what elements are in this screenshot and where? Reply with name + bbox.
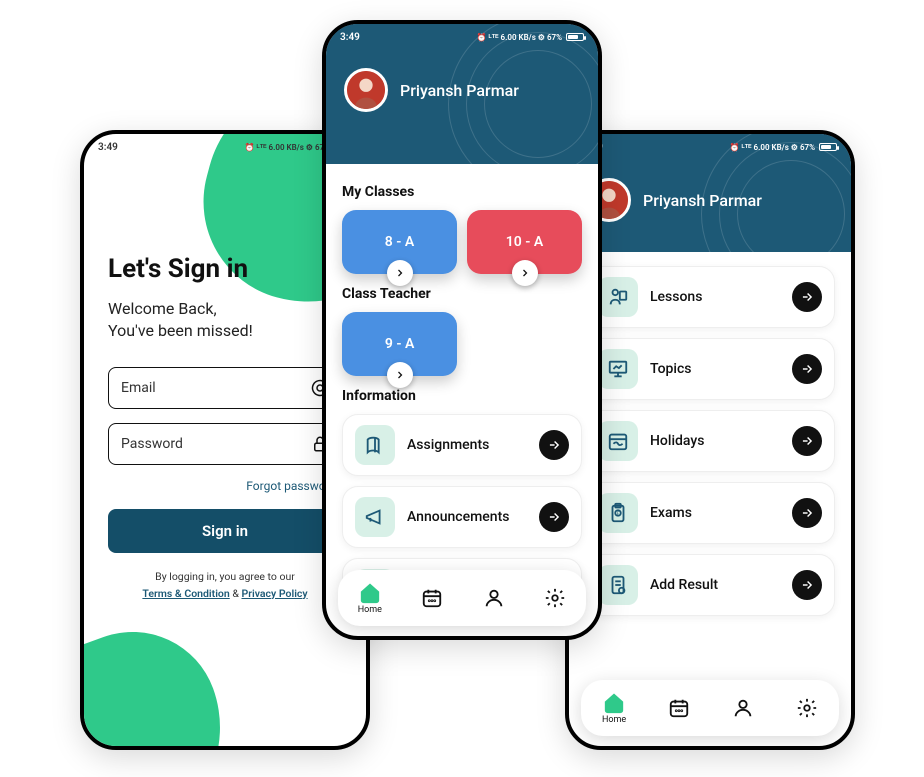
- person-icon: [483, 587, 505, 609]
- email-label: Email: [121, 380, 311, 396]
- info-card-exams[interactable]: E Exams: [585, 482, 835, 544]
- svg-text:E: E: [617, 511, 620, 517]
- decor-blob: [80, 608, 252, 750]
- avatar: [344, 68, 388, 112]
- info-card-holidays[interactable]: Holidays: [585, 410, 835, 472]
- app-header: 3:49 ⏰ ᴸᵀᴱ 6.00 KB/s ⚙ 67% Priyansh Parm…: [326, 24, 598, 164]
- list-body: Lessons Topics Holidays E Exams Add Resu…: [569, 252, 851, 696]
- app-header: 3:49 ⏰ ᴸᵀᴱ 6.00 KB/s ⚙ 67% Priyansh Parm…: [569, 134, 851, 252]
- info-card-topics[interactable]: Topics: [585, 338, 835, 400]
- result-icon: [598, 565, 638, 605]
- arrow-right-icon: [792, 426, 822, 456]
- chevron-right-icon: [387, 362, 413, 388]
- nav-profile[interactable]: [483, 587, 505, 609]
- section-information: Information: [342, 388, 582, 404]
- home-icon: [359, 582, 381, 604]
- chevron-right-icon: [512, 260, 538, 286]
- clipboard-icon: E: [598, 493, 638, 533]
- phone-list: 3:49 ⏰ ᴸᵀᴱ 6.00 KB/s ⚙ 67% Priyansh Parm…: [565, 130, 855, 750]
- class-chip[interactable]: 9 - A: [342, 312, 457, 376]
- presentation-icon: [598, 349, 638, 389]
- signin-subtitle: Welcome Back, You've been missed!: [108, 298, 342, 343]
- nav-home[interactable]: Home: [602, 692, 626, 725]
- password-field[interactable]: Password: [108, 423, 342, 465]
- class-chip[interactable]: 10 - A: [467, 210, 582, 274]
- info-card-announcements[interactable]: Announcements: [342, 486, 582, 548]
- nav-settings[interactable]: [796, 697, 818, 719]
- dashboard-body: My Classes 8 - A 10 - A Class Teacher 9 …: [326, 164, 598, 640]
- section-class-teacher: Class Teacher: [342, 286, 582, 302]
- email-field[interactable]: Email: [108, 367, 342, 409]
- arrow-right-icon: [792, 498, 822, 528]
- info-card-lessons[interactable]: Lessons: [585, 266, 835, 328]
- terms-link[interactable]: Terms & Condition: [142, 587, 229, 600]
- decor-rings: [701, 134, 851, 252]
- bottom-nav: Home: [581, 680, 839, 736]
- info-card-add-result[interactable]: Add Result: [585, 554, 835, 616]
- home-icon: [603, 692, 625, 714]
- agree-text: By logging in, you agree to our Terms & …: [108, 569, 342, 603]
- nav-home[interactable]: Home: [358, 582, 382, 615]
- gear-icon: [544, 587, 566, 609]
- status-clock: 3:49: [340, 32, 360, 43]
- class-chip[interactable]: 8 - A: [342, 210, 457, 274]
- arrow-right-icon: [792, 570, 822, 600]
- calendar-icon: [668, 697, 690, 719]
- info-card-assignments[interactable]: Assignments: [342, 414, 582, 476]
- signin-button[interactable]: Sign in: [108, 509, 342, 553]
- person-icon: [732, 697, 754, 719]
- holiday-icon: [598, 421, 638, 461]
- decor-rings: [448, 24, 598, 164]
- bottom-nav: Home: [338, 570, 586, 626]
- section-my-classes: My Classes: [342, 184, 582, 200]
- nav-calendar[interactable]: [421, 587, 443, 609]
- arrow-right-icon: [792, 282, 822, 312]
- password-label: Password: [121, 436, 311, 452]
- phone-dashboard: 3:49 ⏰ ᴸᵀᴱ 6.00 KB/s ⚙ 67% Priyansh Parm…: [322, 20, 602, 640]
- nav-settings[interactable]: [544, 587, 566, 609]
- signin-title: Let's Sign in: [108, 254, 342, 284]
- nav-calendar[interactable]: [668, 697, 690, 719]
- lessons-icon: [598, 277, 638, 317]
- calendar-icon: [421, 587, 443, 609]
- privacy-link[interactable]: Privacy Policy: [241, 587, 307, 600]
- nav-profile[interactable]: [732, 697, 754, 719]
- megaphone-icon: [355, 497, 395, 537]
- chevron-right-icon: [387, 260, 413, 286]
- book-icon: [355, 425, 395, 465]
- arrow-right-icon: [539, 430, 569, 460]
- forgot-password-link[interactable]: Forgot password?: [108, 479, 342, 493]
- arrow-right-icon: [792, 354, 822, 384]
- arrow-right-icon: [539, 502, 569, 532]
- gear-icon: [796, 697, 818, 719]
